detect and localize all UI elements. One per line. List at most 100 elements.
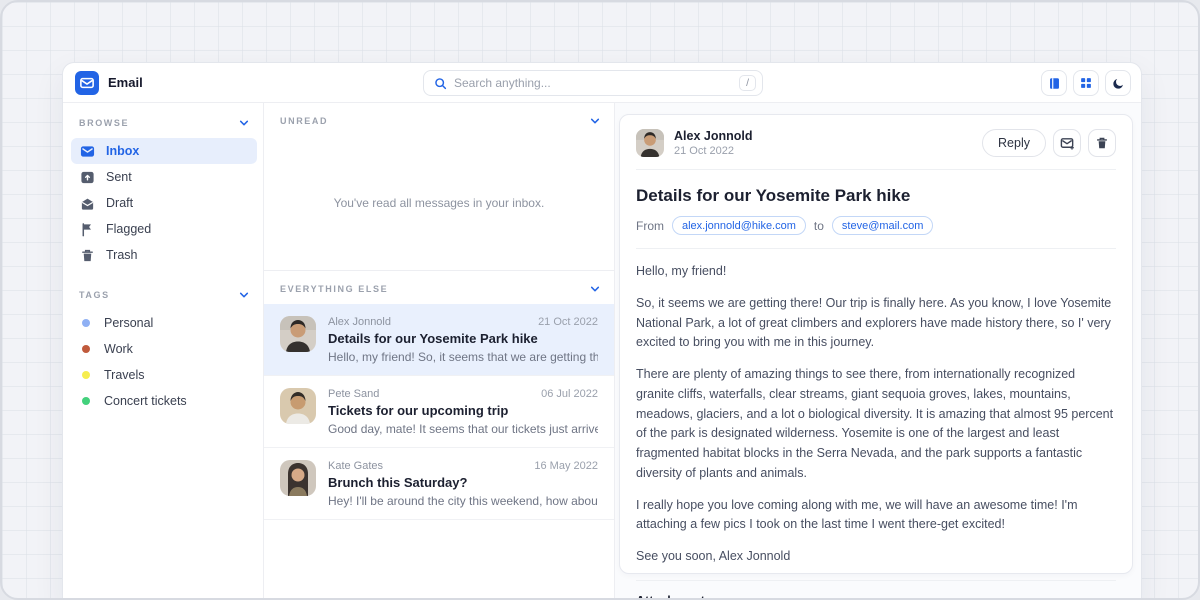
search-input[interactable] xyxy=(454,76,732,90)
email-detail-card: Alex Jonnold 21 Oct 2022 Reply xyxy=(619,114,1133,574)
detail-subject: Details for our Yosemite Park hike xyxy=(636,186,1116,206)
tag-label: Personal xyxy=(104,316,153,330)
email-preview: Hello, my friend! So, it seems that we a… xyxy=(328,350,598,364)
sidebar-item-label: Trash xyxy=(106,248,138,262)
email-body: Hello, my friend! So, it seems we are ge… xyxy=(636,262,1116,567)
moon-icon xyxy=(1112,77,1125,90)
to-label: to xyxy=(814,219,824,233)
email-summary: Kate Gates 16 May 2022 Brunch this Satur… xyxy=(328,460,598,508)
email-list-item[interactable]: Pete Sand 06 Jul 2022 Tickets for our up… xyxy=(264,376,614,448)
email-subject: Brunch this Saturday? xyxy=(328,475,598,490)
divider xyxy=(636,248,1116,249)
everything-else-header[interactable]: EVERYTHING ELSE xyxy=(264,271,614,304)
email-list-item[interactable]: Alex Jonnold 21 Oct 2022 Details for our… xyxy=(264,304,614,376)
tag-item-travels[interactable]: Travels xyxy=(71,362,257,388)
email-subject: Details for our Yosemite Park hike xyxy=(328,331,598,346)
from-email-chip[interactable]: alex.jonnold@hike.com xyxy=(672,216,806,235)
sidebar-item-label: Flagged xyxy=(106,222,151,236)
search-icon xyxy=(434,77,447,90)
search-bar[interactable]: / xyxy=(423,70,763,96)
apps-grid-button[interactable] xyxy=(1073,70,1099,96)
chevron-down-icon[interactable] xyxy=(590,116,600,126)
topbar-actions xyxy=(1041,70,1131,96)
unread-section-header[interactable]: UNREAD xyxy=(264,103,614,136)
trash-icon xyxy=(79,247,95,263)
avatar xyxy=(280,460,316,496)
email-date: 16 May 2022 xyxy=(534,460,598,472)
tag-color-dot xyxy=(82,397,90,405)
email-date: 21 Oct 2022 xyxy=(538,316,598,328)
grid-icon xyxy=(1080,77,1092,89)
browse-section-title: BROWSE xyxy=(79,118,129,128)
email-preview: Hey! I'll be around the city this weeken… xyxy=(328,494,598,508)
chevron-down-icon[interactable] xyxy=(590,284,600,294)
everything-else-section: EVERYTHING ELSE Alex Jonnold xyxy=(264,270,614,520)
tag-label: Concert tickets xyxy=(104,394,187,408)
draft-icon xyxy=(79,195,95,211)
avatar xyxy=(280,316,316,352)
avatar xyxy=(280,388,316,424)
email-subject: Tickets for our upcoming trip xyxy=(328,403,598,418)
attachments-title: Attachments xyxy=(636,594,1116,600)
brand: Email xyxy=(63,71,143,95)
sidebar-item-sent[interactable]: Sent xyxy=(71,164,257,190)
email-sender: Kate Gates xyxy=(328,460,383,472)
flag-icon xyxy=(79,221,95,237)
email-summary: Pete Sand 06 Jul 2022 Tickets for our up… xyxy=(328,388,598,436)
email-summary: Alex Jonnold 21 Oct 2022 Details for our… xyxy=(328,316,598,364)
app-title: Email xyxy=(108,75,143,90)
dark-mode-button[interactable] xyxy=(1105,70,1131,96)
email-sender: Pete Sand xyxy=(328,388,379,400)
detail-sender-name: Alex Jonnold xyxy=(674,129,752,143)
chevron-down-icon[interactable] xyxy=(239,118,249,128)
email-paragraph: So, it seems we are getting there! Our t… xyxy=(636,294,1116,353)
sidebar-item-label: Draft xyxy=(106,196,133,210)
desktop-background: Email / xyxy=(0,0,1200,600)
sidebar-item-label: Inbox xyxy=(106,144,139,158)
topbar: Email / xyxy=(63,63,1141,103)
email-sender: Alex Jonnold xyxy=(328,316,391,328)
sidebar: BROWSE Inbox Sent xyxy=(63,103,264,600)
reply-button[interactable]: Reply xyxy=(982,129,1046,157)
tag-item-concert-tickets[interactable]: Concert tickets xyxy=(71,388,257,414)
divider xyxy=(636,580,1116,581)
browse-section-header[interactable]: BROWSE xyxy=(63,105,263,138)
chevron-down-icon[interactable] xyxy=(239,290,249,300)
envelope-plus-icon xyxy=(1060,136,1075,151)
sidebar-item-flagged[interactable]: Flagged xyxy=(71,216,257,242)
tag-color-dot xyxy=(82,319,90,327)
email-list-item[interactable]: Kate Gates 16 May 2022 Brunch this Satur… xyxy=(264,448,614,520)
avatar xyxy=(636,129,664,157)
email-logo-icon xyxy=(75,71,99,95)
email-paragraph: There are plenty of amazing things to se… xyxy=(636,365,1116,484)
tag-item-work[interactable]: Work xyxy=(71,336,257,362)
sidebar-item-inbox[interactable]: Inbox xyxy=(71,138,257,164)
sent-icon xyxy=(79,169,95,185)
email-paragraph: See you soon, Alex Jonnold xyxy=(636,547,1116,567)
mark-unread-button[interactable] xyxy=(1053,129,1081,157)
tags-section-header[interactable]: TAGS xyxy=(63,268,263,310)
email-paragraph: Hello, my friend! xyxy=(636,262,1116,282)
tag-label: Travels xyxy=(104,368,145,382)
delete-button[interactable] xyxy=(1088,129,1116,157)
from-label: From xyxy=(636,219,664,233)
unread-empty-state: You've read all messages in your inbox. xyxy=(264,136,614,270)
sidebar-item-draft[interactable]: Draft xyxy=(71,190,257,216)
notebook-icon xyxy=(1048,77,1061,90)
detail-date: 21 Oct 2022 xyxy=(674,145,752,157)
email-detail-header: Alex Jonnold 21 Oct 2022 Reply xyxy=(636,129,1116,170)
tag-label: Work xyxy=(104,342,133,356)
everything-else-title: EVERYTHING ELSE xyxy=(280,284,388,294)
message-list-column: UNREAD You've read all messages in your … xyxy=(264,103,615,600)
notebook-button[interactable] xyxy=(1041,70,1067,96)
sidebar-item-label: Sent xyxy=(106,170,132,184)
trash-icon xyxy=(1095,136,1109,150)
tag-item-personal[interactable]: Personal xyxy=(71,310,257,336)
sidebar-item-trash[interactable]: Trash xyxy=(71,242,257,268)
tags-section-title: TAGS xyxy=(79,290,110,300)
email-detail-panel: Alex Jonnold 21 Oct 2022 Reply xyxy=(615,103,1141,600)
to-email-chip[interactable]: steve@mail.com xyxy=(832,216,933,235)
email-paragraph: I really hope you love coming along with… xyxy=(636,496,1116,536)
tag-color-dot xyxy=(82,345,90,353)
email-app-window: Email / xyxy=(62,62,1142,600)
